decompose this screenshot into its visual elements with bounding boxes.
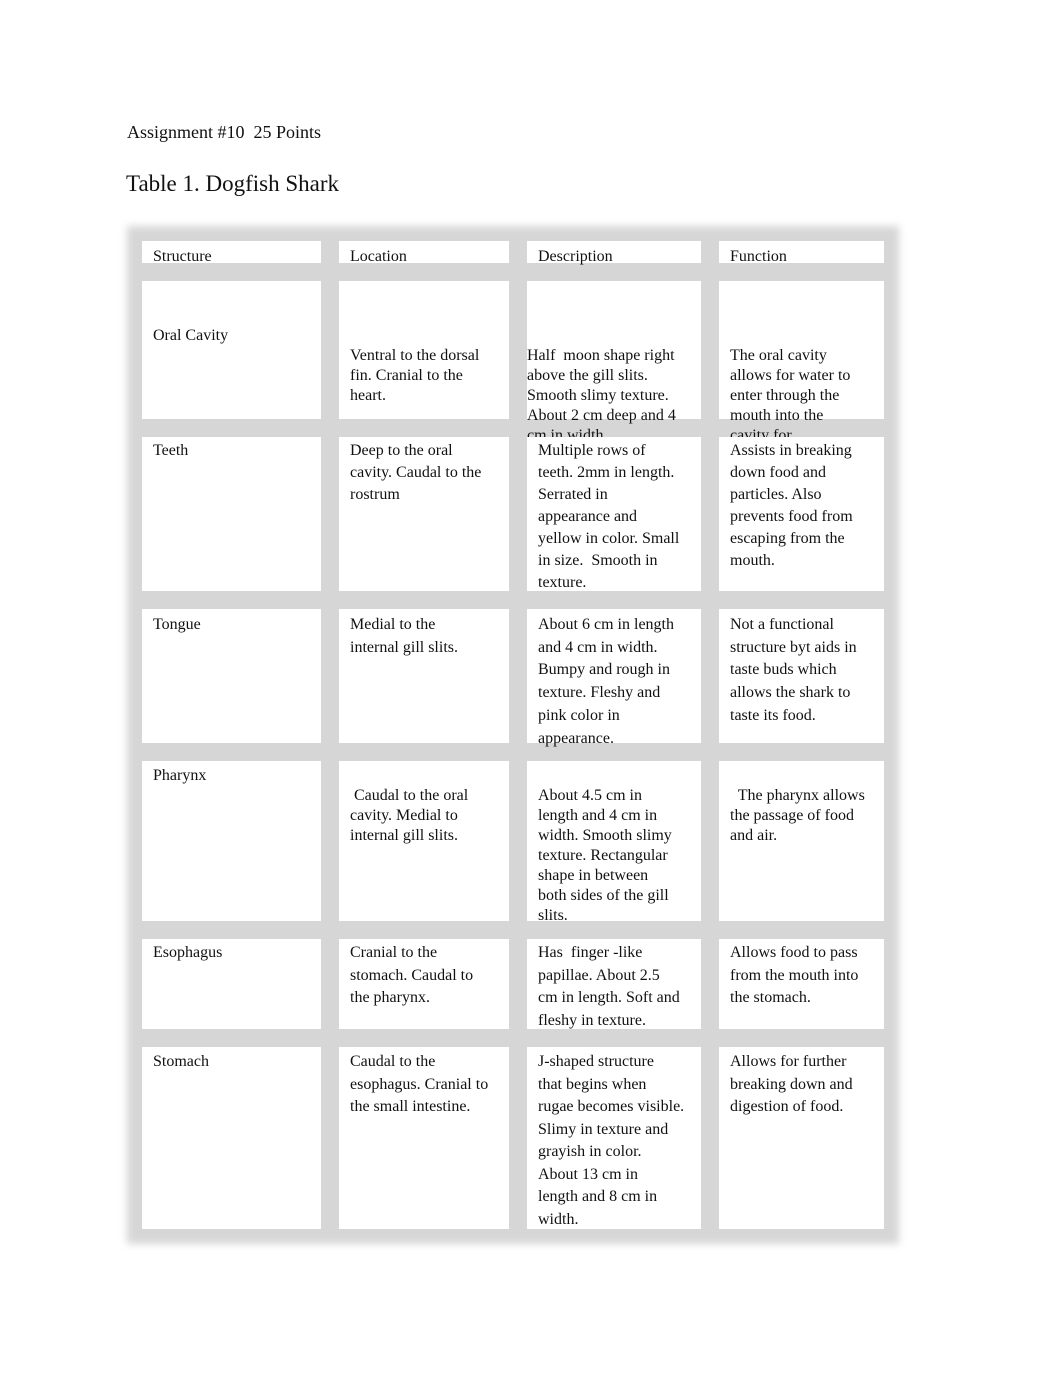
- table-cell-location: Cranial to the stomach. Caudal to the ph…: [339, 939, 509, 1029]
- description-text: Multiple rows of teeth. 2mm in length. S…: [538, 442, 680, 591]
- function-text: Allows food to pass from the mouth into …: [730, 944, 859, 1006]
- header-location: Location: [350, 248, 407, 265]
- location-text: Ventral to the dorsal fin. Cranial to th…: [350, 347, 480, 404]
- table-title: Table 1. Dogfish Shark: [126, 171, 340, 196]
- location-text: Caudal to the esophagus. Cranial to the …: [350, 1053, 489, 1115]
- table-cell-description: J-shaped structure that begins when ruga…: [527, 1047, 701, 1229]
- structure-text: Stomach: [153, 1053, 209, 1070]
- table-cell-location: Caudal to the oral cavity. Medial to int…: [339, 761, 509, 921]
- table-cell-function: Assists in breaking down food and partic…: [719, 437, 884, 591]
- structure-text: Tongue: [153, 616, 201, 633]
- table-cell-function: The oral cavity allows for water to ente…: [719, 281, 884, 464]
- table-cell-structure: Tongue: [142, 609, 321, 743]
- table-cell-location: Medial to the internal gill slits.: [339, 609, 509, 743]
- header-function: Function: [730, 248, 787, 265]
- table-cell-structure: Teeth: [142, 437, 321, 591]
- function-text: The pharynx allows the passage of food a…: [730, 787, 865, 844]
- table-header-cell: Description: [527, 241, 701, 265]
- table-cell-description: About 4.5 cm in length and 4 cm in width…: [527, 761, 701, 924]
- description-text: About 6 cm in length and 4 cm in width. …: [538, 616, 674, 747]
- table-cell-description: Multiple rows of teeth. 2mm in length. S…: [527, 437, 701, 591]
- table-cell-function: Allows food to pass from the mouth into …: [719, 939, 884, 1029]
- function-text: Not a functional structure byt aids in t…: [730, 616, 857, 724]
- description-text: J-shaped structure that begins when ruga…: [538, 1053, 685, 1228]
- table-header-cell: Structure: [142, 241, 321, 265]
- location-text: Cranial to the stomach. Caudal to the ph…: [350, 944, 474, 1006]
- function-text: Assists in breaking down food and partic…: [730, 442, 853, 569]
- table-cell-description: Half moon shape right above the gill sli…: [527, 281, 701, 444]
- table-cell-structure: Oral Cavity: [142, 281, 321, 419]
- location-text: Caudal to the oral cavity. Medial to int…: [350, 787, 469, 844]
- table-cell-function: The pharynx allows the passage of food a…: [719, 761, 884, 921]
- structure-text: Esophagus: [153, 944, 223, 961]
- table-header-cell: Function: [719, 241, 884, 265]
- header-structure: Structure: [153, 248, 212, 265]
- table-cell-location: Ventral to the dorsal fin. Cranial to th…: [339, 281, 509, 419]
- description-text: Half moon shape right above the gill sli…: [527, 347, 676, 444]
- header-description: Description: [538, 248, 613, 265]
- function-text: Allows for further breaking down and dig…: [730, 1053, 853, 1115]
- table-cell-description: Has finger -like papillae. About 2.5 cm …: [527, 939, 701, 1029]
- table-cell-description: About 6 cm in length and 4 cm in width. …: [527, 609, 701, 747]
- assignment-heading: Assignment #10 25 Points: [127, 122, 322, 142]
- structure-text: Teeth: [153, 442, 189, 459]
- table-cell-location: Deep to the oral cavity. Caudal to the r…: [339, 437, 509, 591]
- table-cell-location: Caudal to the esophagus. Cranial to the …: [339, 1047, 509, 1229]
- table-cell-function: Allows for further breaking down and dig…: [719, 1047, 884, 1229]
- table-cell-function: Not a functional structure byt aids in t…: [719, 609, 884, 743]
- location-text: Medial to the internal gill slits.: [350, 616, 458, 656]
- table-cell-structure: Stomach: [142, 1047, 321, 1229]
- description-text: About 4.5 cm in length and 4 cm in width…: [538, 787, 672, 924]
- table-header-cell: Location: [339, 241, 509, 265]
- structure-text: Pharynx: [153, 767, 207, 784]
- table-cell-structure: Esophagus: [142, 939, 321, 1029]
- structure-text: Oral Cavity: [153, 327, 229, 344]
- location-text: Deep to the oral cavity. Caudal to the r…: [350, 442, 482, 503]
- table-cell-structure: Pharynx: [142, 761, 321, 921]
- description-text: Has finger -like papillae. About 2.5 cm …: [538, 944, 680, 1029]
